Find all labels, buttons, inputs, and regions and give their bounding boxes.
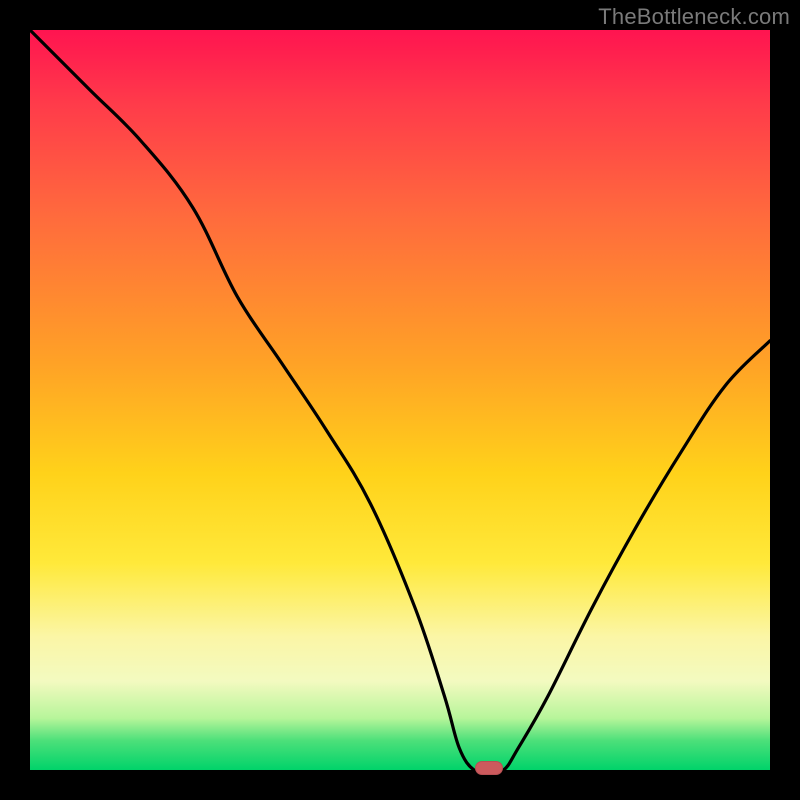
chart-frame: TheBottleneck.com xyxy=(0,0,800,800)
watermark-text: TheBottleneck.com xyxy=(598,4,790,30)
plot-area xyxy=(30,30,770,770)
bottleneck-curve xyxy=(30,30,770,770)
optimum-marker xyxy=(475,761,503,775)
